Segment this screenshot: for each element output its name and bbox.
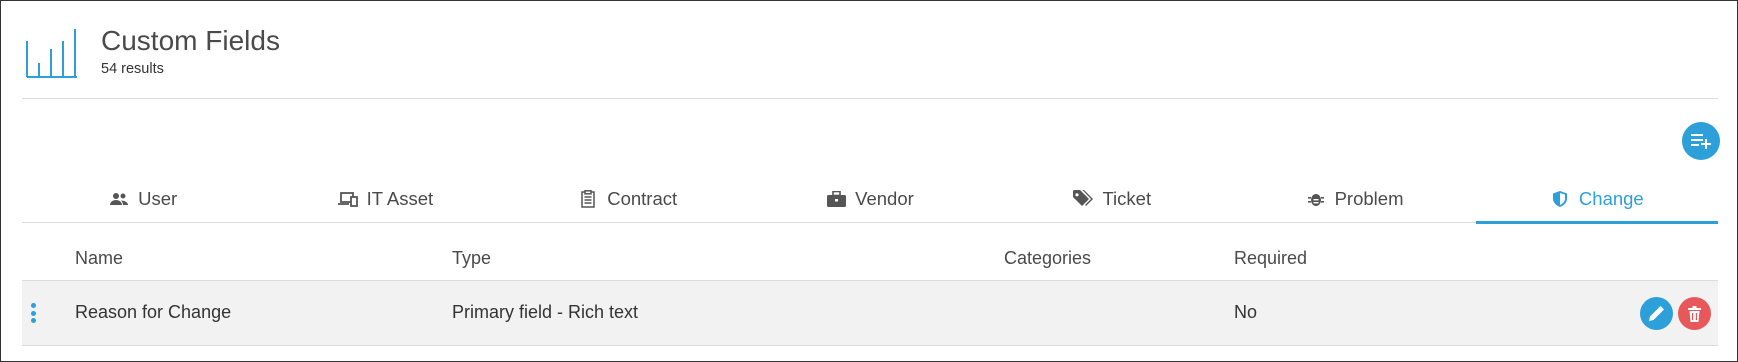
tab-label: Change: [1578, 187, 1644, 209]
tab-it-asset[interactable]: IT Asset: [264, 175, 506, 222]
header-divider: [22, 98, 1718, 99]
tab-change[interactable]: Change: [1475, 175, 1719, 224]
playlist-add-icon: [1691, 134, 1711, 149]
tab-user[interactable]: User: [22, 175, 264, 222]
bug-icon: [1306, 189, 1326, 209]
tab-problem[interactable]: Problem: [1233, 175, 1475, 222]
custom-fields-table: Name Type Categories Required Reason for…: [22, 236, 1718, 346]
tab-label: User: [138, 187, 178, 209]
results-count: 54 results: [101, 61, 164, 77]
tab-ticket[interactable]: Ticket: [991, 175, 1233, 222]
cell-name: Reason for Change: [75, 302, 232, 322]
bar-chart-icon: [26, 29, 77, 78]
tab-label: Problem: [1334, 187, 1404, 209]
cell-required: No: [1234, 302, 1258, 322]
trash-icon: [1688, 305, 1701, 322]
clipboard-icon: [578, 189, 598, 209]
tab-label: Ticket: [1102, 187, 1152, 209]
tab-contract[interactable]: Contract: [507, 175, 749, 222]
devices-icon: [337, 189, 358, 209]
pencil-icon: [1649, 306, 1664, 321]
custom-fields-page: Custom Fields 54 results User IT Asset C…: [0, 0, 1738, 362]
tab-vendor[interactable]: Vendor: [749, 175, 991, 222]
table-row[interactable]: Reason for Change Primary field - Rich t…: [22, 281, 1718, 346]
edit-button[interactable]: [1640, 297, 1673, 330]
delete-button[interactable]: [1678, 297, 1711, 330]
column-header-categories[interactable]: Categories: [1004, 248, 1091, 269]
tab-label: IT Asset: [366, 187, 434, 209]
tags-icon: [1073, 189, 1094, 209]
briefcase-icon: [826, 189, 846, 209]
tab-label: Vendor: [855, 187, 914, 209]
add-custom-field-button[interactable]: [1682, 122, 1720, 160]
module-tabs: User IT Asset Contract Vendor Ticket Pro…: [22, 175, 1719, 224]
users-icon: [109, 189, 129, 209]
shield-icon: [1550, 189, 1570, 209]
drag-handle-icon[interactable]: [31, 303, 37, 323]
column-header-name[interactable]: Name: [75, 248, 123, 269]
table-header: Name Type Categories Required: [22, 236, 1718, 281]
column-header-required[interactable]: Required: [1234, 248, 1307, 269]
column-header-type[interactable]: Type: [452, 248, 491, 269]
page-title: Custom Fields: [101, 25, 280, 56]
tab-label: Contract: [607, 187, 678, 209]
cell-type: Primary field - Rich text: [452, 302, 639, 322]
